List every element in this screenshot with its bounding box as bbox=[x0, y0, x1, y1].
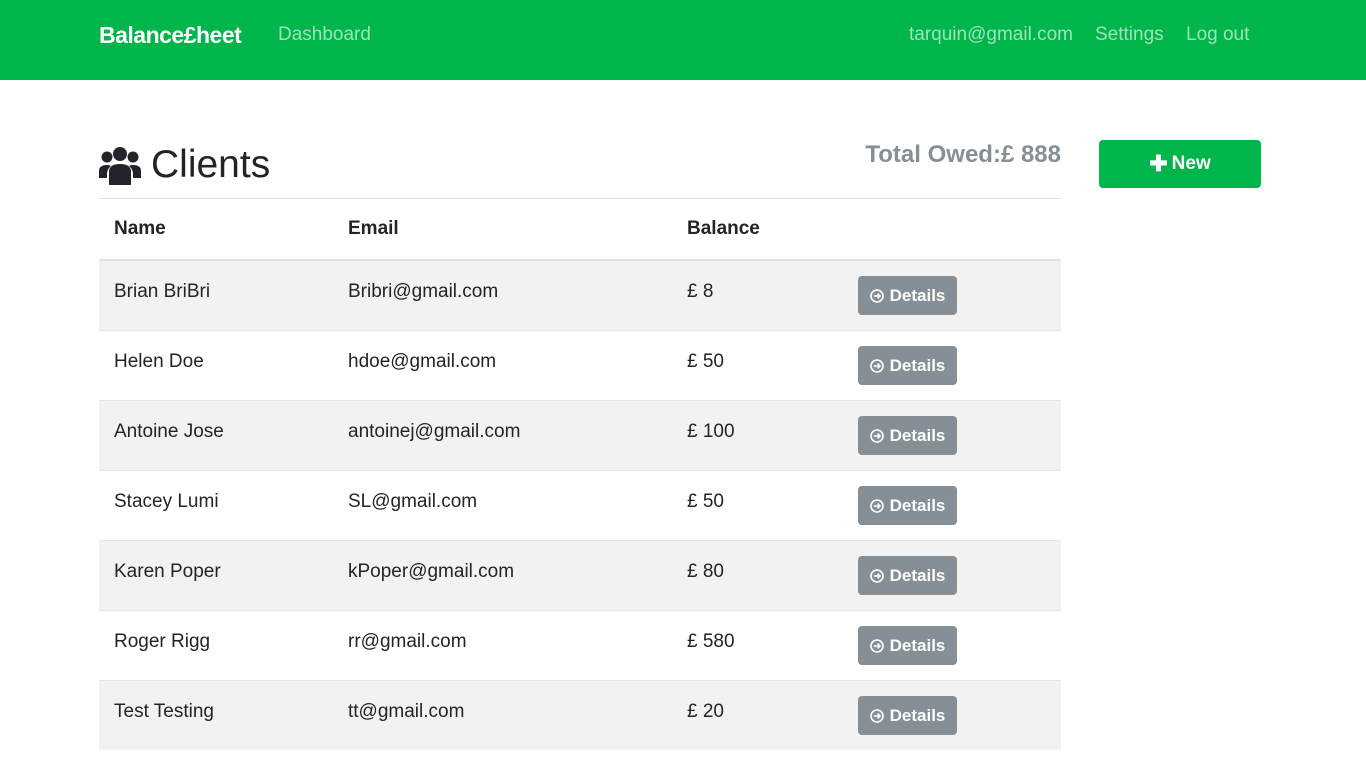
total-owed: Total Owed:£ 888 bbox=[865, 141, 1061, 168]
clients-table: Name Email Balance Brian BriBri Bribri@g… bbox=[99, 198, 1061, 750]
arrow-circle-right-icon bbox=[869, 498, 884, 513]
client-name: Test Testing bbox=[114, 700, 214, 722]
client-name: Roger Rigg bbox=[114, 630, 211, 652]
details-button-label: Details bbox=[889, 425, 946, 445]
client-balance: £ 50 bbox=[687, 350, 724, 372]
navbar: Balance£heet Dashboard tarquin@gmail.com… bbox=[0, 0, 1366, 80]
client-email: kPoper@gmail.com bbox=[348, 560, 515, 582]
client-email: rr@gmail.com bbox=[348, 630, 467, 652]
nav-logout-link[interactable]: Log out bbox=[1186, 24, 1249, 46]
client-name: Stacey Lumi bbox=[114, 490, 219, 512]
details-button[interactable]: Details bbox=[858, 556, 957, 595]
client-balance: £ 580 bbox=[687, 630, 735, 652]
details-button-label: Details bbox=[889, 355, 946, 375]
column-header-email: Email bbox=[333, 198, 672, 261]
column-header-actions bbox=[845, 198, 1061, 261]
client-balance: £ 8 bbox=[687, 280, 714, 302]
client-name: Karen Poper bbox=[114, 560, 221, 582]
table-row: Roger Rigg rr@gmail.com £ 580 Details bbox=[99, 610, 1061, 681]
arrow-circle-right-icon bbox=[869, 358, 884, 373]
table-row: Helen Doe hdoe@gmail.com £ 50 Details bbox=[99, 330, 1061, 401]
client-balance: £ 80 bbox=[687, 560, 724, 582]
arrow-circle-right-icon bbox=[869, 708, 884, 723]
details-button-label: Details bbox=[889, 565, 946, 585]
arrow-circle-right-icon bbox=[869, 638, 884, 653]
new-button-label: New bbox=[1171, 153, 1211, 174]
nav-user-email-link[interactable]: tarquin@gmail.com bbox=[909, 24, 1073, 46]
client-name: Brian BriBri bbox=[114, 280, 211, 302]
details-button[interactable]: Details bbox=[858, 696, 957, 735]
nav-settings-link[interactable]: Settings bbox=[1095, 24, 1164, 46]
details-button-label: Details bbox=[889, 705, 946, 725]
details-button[interactable]: Details bbox=[858, 416, 957, 455]
arrow-circle-right-icon bbox=[869, 288, 884, 303]
table-row: Test Testing tt@gmail.com £ 20 Details bbox=[99, 680, 1061, 750]
details-button[interactable]: Details bbox=[858, 486, 957, 525]
details-button-label: Details bbox=[889, 495, 946, 515]
column-header-balance: Balance bbox=[672, 198, 845, 261]
client-email: SL@gmail.com bbox=[348, 490, 478, 512]
details-button[interactable]: Details bbox=[858, 626, 957, 665]
arrow-circle-right-icon bbox=[869, 568, 884, 583]
client-balance: £ 50 bbox=[687, 490, 724, 512]
details-button-label: Details bbox=[889, 635, 946, 655]
new-client-button[interactable]: ✚ New bbox=[1099, 140, 1261, 188]
client-name: Antoine Jose bbox=[114, 420, 224, 442]
table-row: Brian BriBri Bribri@gmail.com £ 8 Detail… bbox=[99, 259, 1061, 331]
table-row: Karen Poper kPoper@gmail.com £ 80 Detail… bbox=[99, 540, 1061, 611]
details-button-label: Details bbox=[889, 285, 946, 305]
table-row: Stacey Lumi SL@gmail.com £ 50 Details bbox=[99, 470, 1061, 541]
users-icon bbox=[99, 147, 141, 185]
client-email: tt@gmail.com bbox=[348, 700, 465, 722]
brand-logo[interactable]: Balance£heet bbox=[99, 22, 242, 49]
page-title: Clients bbox=[151, 143, 271, 186]
client-email: antoinej@gmail.com bbox=[348, 420, 521, 442]
column-header-name: Name bbox=[99, 198, 333, 261]
client-email: Bribri@gmail.com bbox=[348, 280, 499, 302]
plus-icon: ✚ bbox=[1149, 151, 1168, 176]
client-balance: £ 100 bbox=[687, 420, 735, 442]
table-header-row: Name Email Balance bbox=[99, 198, 1061, 261]
client-balance: £ 20 bbox=[687, 700, 724, 722]
table-row: Antoine Jose antoinej@gmail.com £ 100 De… bbox=[99, 400, 1061, 471]
page-heading: Clients bbox=[99, 140, 270, 190]
nav-dashboard-link[interactable]: Dashboard bbox=[278, 24, 371, 46]
client-email: hdoe@gmail.com bbox=[348, 350, 497, 372]
details-button[interactable]: Details bbox=[858, 276, 957, 315]
arrow-circle-right-icon bbox=[869, 428, 884, 443]
details-button[interactable]: Details bbox=[858, 346, 957, 385]
client-name: Helen Doe bbox=[114, 350, 204, 372]
